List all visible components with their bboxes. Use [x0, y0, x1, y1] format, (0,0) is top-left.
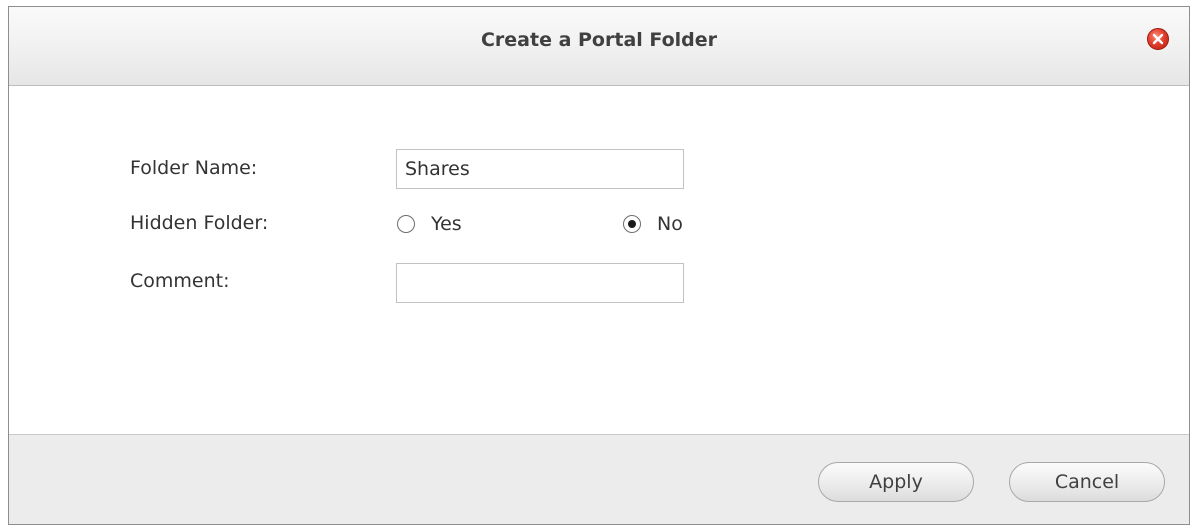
- create-portal-folder-dialog: Create a Portal Folder Folder Name: Hidd…: [8, 6, 1190, 525]
- hidden-folder-yes-label: Yes: [431, 213, 462, 235]
- cancel-button[interactable]: Cancel: [1009, 462, 1165, 502]
- comment-input[interactable]: [396, 263, 684, 303]
- dialog-title: Create a Portal Folder: [480, 29, 718, 51]
- apply-button[interactable]: Apply: [818, 462, 974, 502]
- hidden-folder-label: Hidden Folder:: [130, 212, 269, 234]
- hidden-folder-no-option[interactable]: No: [623, 213, 683, 235]
- hidden-folder-yes-radio[interactable]: [397, 215, 415, 233]
- folder-name-label: Folder Name:: [130, 157, 258, 179]
- hidden-folder-yes-option[interactable]: Yes: [397, 213, 462, 235]
- hidden-folder-no-label: No: [657, 213, 683, 235]
- dialog-footer: Apply Cancel: [9, 434, 1189, 524]
- hidden-folder-no-radio[interactable]: [623, 215, 641, 233]
- comment-label: Comment:: [130, 270, 230, 292]
- dialog-titlebar: Create a Portal Folder: [9, 7, 1189, 86]
- dialog-body: Folder Name: Hidden Folder: Yes No Comme…: [9, 86, 1189, 434]
- folder-name-input[interactable]: [396, 149, 684, 189]
- close-button[interactable]: [1147, 28, 1169, 50]
- close-icon: [1152, 33, 1164, 45]
